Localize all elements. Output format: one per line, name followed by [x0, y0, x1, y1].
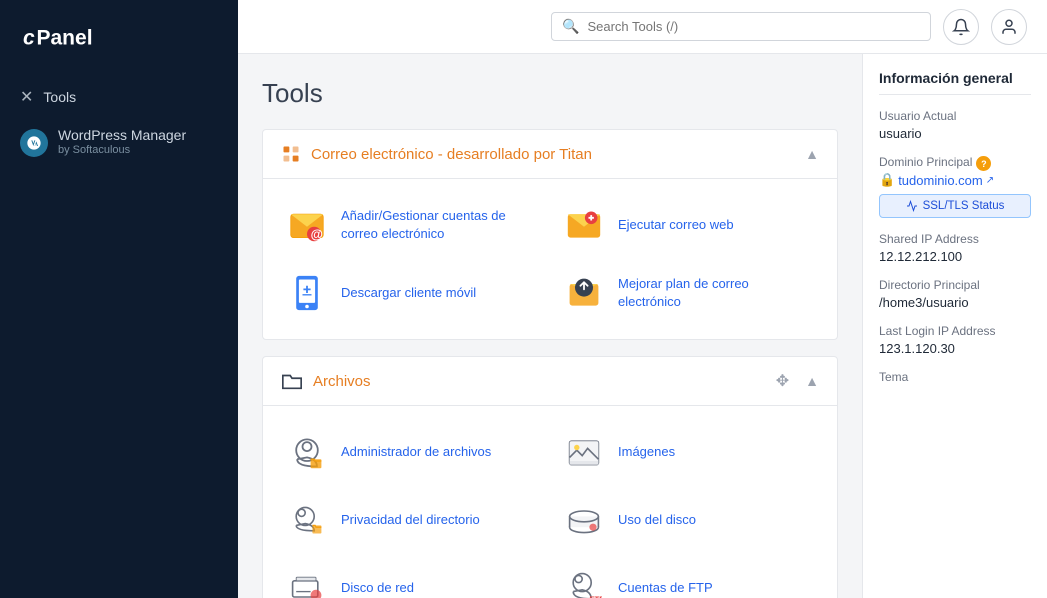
dominio-value[interactable]: 🔒 tudominio.com ↗: [879, 172, 1031, 188]
svg-text:@: @: [311, 228, 323, 242]
center-panel: Tools Correo electrónico - desarrollado …: [238, 54, 862, 598]
wordpress-subtitle: by Softaculous: [58, 144, 186, 156]
tema-label: Tema: [879, 370, 1031, 384]
shared-ip-value: 12.12.212.100: [879, 249, 1031, 264]
dominio-group: Dominio Principal ? 🔒 tudominio.com ↗ SS…: [879, 155, 1031, 218]
files-section-card: Archivos ✥ ▲: [262, 356, 838, 598]
dominio-header: Dominio Principal ?: [879, 155, 1031, 172]
network-disk-label: Disco de red: [341, 579, 414, 597]
file-manager-label: Administrador de archivos: [341, 443, 491, 461]
header: 🔍: [238, 0, 1047, 54]
add-email-icon: @: [285, 203, 329, 247]
tool-network-disk[interactable]: Disco de red: [281, 558, 542, 598]
tool-mobile-client[interactable]: Descargar cliente móvil: [281, 263, 542, 323]
webmail-label: Ejecutar correo web: [618, 216, 734, 234]
usuario-label: Usuario Actual: [879, 109, 1031, 123]
tool-images[interactable]: Imágenes: [558, 422, 819, 482]
upgrade-email-icon: [562, 271, 606, 315]
wordpress-title: WordPress Manager: [58, 127, 186, 143]
tema-group: Tema: [879, 370, 1031, 384]
email-section-card: Correo electrónico - desarrollado por Ti…: [262, 129, 838, 340]
webmail-icon: [562, 203, 606, 247]
shared-ip-group: Shared IP Address 12.12.212.100: [879, 232, 1031, 264]
ftp-icon: FTP: [562, 566, 606, 598]
disk-usage-label: Uso del disco: [618, 511, 696, 529]
lock-icon: 🔒: [879, 172, 895, 188]
sidebar-item-tools[interactable]: ✕ Tools: [0, 77, 238, 117]
dominio-label: Dominio Principal: [879, 155, 972, 169]
page-title: Tools: [262, 78, 838, 109]
shared-ip-label: Shared IP Address: [879, 232, 1031, 246]
email-header-left: Correo electrónico - desarrollado por Ti…: [281, 144, 592, 164]
content-area: Tools Correo electrónico - desarrollado …: [238, 54, 1047, 598]
svg-text:c: c: [23, 27, 35, 50]
files-section-title: Archivos: [313, 373, 371, 390]
wordpress-icon: [20, 129, 48, 157]
email-section-header[interactable]: Correo electrónico - desarrollado por Ti…: [263, 130, 837, 179]
usuario-value: usuario: [879, 126, 1031, 141]
sidebar-item-tools-label: Tools: [43, 89, 76, 105]
sidebar-item-wordpress[interactable]: WordPress Manager by Softaculous: [0, 117, 238, 167]
wordpress-text: WordPress Manager by Softaculous: [58, 127, 186, 156]
svg-text:Panel: Panel: [37, 27, 93, 50]
add-email-label: Añadir/Gestionar cuentas de correo elect…: [341, 207, 538, 243]
cpanel-logo: c Panel: [0, 0, 238, 77]
files-section-body: Administrador de archivos: [263, 406, 837, 598]
ssl-tls-button[interactable]: SSL/TLS Status: [879, 194, 1031, 218]
dir-principal-group: Directorio Principal /home3/usuario: [879, 278, 1031, 310]
tool-webmail[interactable]: Ejecutar correo web: [558, 195, 819, 255]
dir-principal-value: /home3/usuario: [879, 295, 1031, 310]
disk-usage-icon: [562, 498, 606, 542]
files-section-header[interactable]: Archivos ✥ ▲: [263, 357, 837, 406]
info-panel-title: Información general: [879, 70, 1031, 95]
ftp-label: Cuentas de FTP: [618, 579, 713, 597]
tool-file-manager[interactable]: Administrador de archivos: [281, 422, 542, 482]
tool-add-email[interactable]: @ Añadir/Gestionar cuentas de correo ele…: [281, 195, 542, 255]
mobile-client-icon: [285, 271, 329, 315]
files-section-icon: [281, 371, 303, 391]
email-section-icon: [281, 144, 301, 164]
search-bar-container: 🔍: [551, 12, 931, 41]
tool-upgrade-email[interactable]: Mejorar plan de correo electrónico: [558, 263, 819, 323]
external-link-icon: ↗: [986, 175, 994, 186]
tool-dir-privacy[interactable]: Privacidad del directorio: [281, 490, 542, 550]
dir-privacy-label: Privacidad del directorio: [341, 511, 480, 529]
notifications-button[interactable]: [943, 9, 979, 45]
email-section-body: @ Añadir/Gestionar cuentas de correo ele…: [263, 179, 837, 339]
images-icon: [562, 430, 606, 474]
file-manager-icon: [285, 430, 329, 474]
chart-icon: [906, 200, 918, 212]
email-section-chevron[interactable]: ▲: [805, 146, 819, 162]
usuario-group: Usuario Actual usuario: [879, 109, 1031, 141]
upgrade-email-label: Mejorar plan de correo electrónico: [618, 275, 815, 311]
dir-privacy-icon: [285, 498, 329, 542]
search-icon: 🔍: [562, 18, 579, 35]
dir-principal-label: Directorio Principal: [879, 278, 1031, 292]
images-label: Imágenes: [618, 443, 675, 461]
move-icon[interactable]: ✥: [776, 371, 789, 391]
network-disk-icon: [285, 566, 329, 598]
tools-icon: ✕: [20, 87, 33, 107]
last-login-label: Last Login IP Address: [879, 324, 1031, 338]
search-input[interactable]: [587, 19, 920, 34]
tool-disk-usage[interactable]: Uso del disco: [558, 490, 819, 550]
email-section-title: Correo electrónico - desarrollado por Ti…: [311, 146, 592, 163]
user-menu-button[interactable]: [991, 9, 1027, 45]
domain-question-icon: ?: [976, 156, 991, 171]
main-content: 🔍 Tools: [238, 0, 1047, 598]
files-section-chevron[interactable]: ▲: [805, 373, 819, 389]
sidebar: c Panel ✕ Tools WordPress Manager by Sof…: [0, 0, 238, 598]
info-panel: Información general Usuario Actual usuar…: [862, 54, 1047, 598]
last-login-group: Last Login IP Address 123.1.120.30: [879, 324, 1031, 356]
last-login-value: 123.1.120.30: [879, 341, 1031, 356]
files-header-left: Archivos: [281, 371, 371, 391]
tool-ftp[interactable]: FTP Cuentas de FTP: [558, 558, 819, 598]
mobile-client-label: Descargar cliente móvil: [341, 284, 476, 302]
